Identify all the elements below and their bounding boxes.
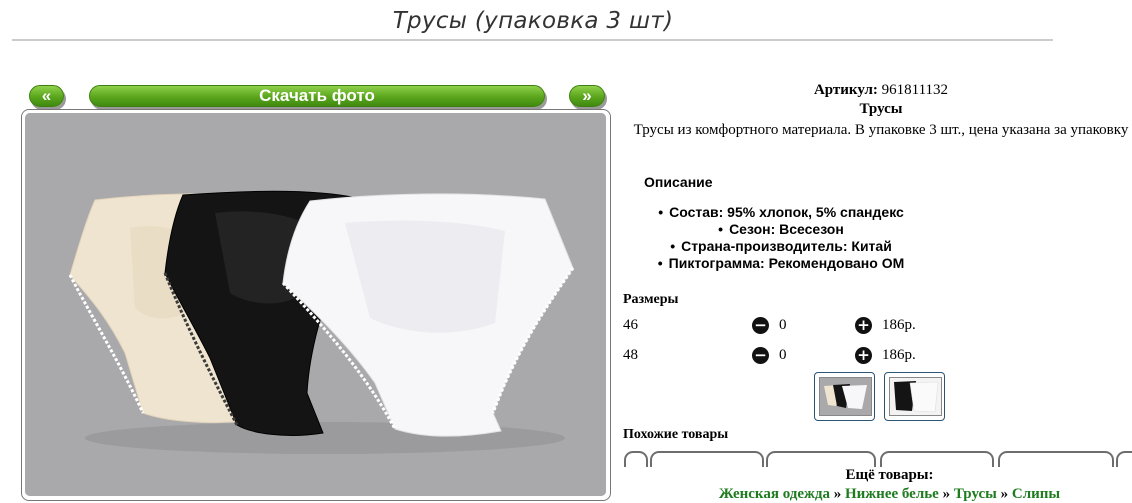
size-row: 48 − 0 + 186р. (622, 345, 1132, 365)
page-title: Трусы (упаковка 3 шт) (392, 8, 674, 34)
next-photo-button[interactable]: » (569, 85, 605, 107)
download-photo-button[interactable]: Скачать фото (89, 85, 545, 107)
product-photo-image (25, 113, 606, 496)
breadcrumb-link[interactable]: Нижнее белье (845, 486, 939, 502)
spec-item: Состав: 95% хлопок, 5% спандекс (622, 204, 940, 221)
carousel-tab[interactable] (1116, 451, 1132, 467)
carousel-tab[interactable] (998, 451, 1114, 467)
minus-icon[interactable]: − (752, 317, 769, 334)
product-photo-frame (21, 109, 611, 501)
sku-label: Артикул: (813, 82, 878, 98)
sku-line: Артикул: 961811132 (622, 82, 1132, 99)
similar-carousel (622, 451, 1132, 467)
category-breadcrumb: Женская одежда » Нижнее белье » Трусы » … (622, 486, 1132, 503)
prev-photo-button[interactable]: « (29, 85, 64, 107)
size-value: 46 (623, 317, 638, 333)
sku-value: 961811132 (881, 82, 949, 98)
more-products-label: Ещё товары: (845, 467, 934, 483)
breadcrumb-separator: » (942, 486, 951, 502)
price-value: 186р. (882, 317, 916, 333)
product-description: Трусы из комфортного материала. В упаков… (633, 122, 1129, 138)
title-divider (12, 39, 1053, 41)
spec-item: Сезон: Всесезон (622, 221, 940, 238)
similar-heading: Похожие товары (623, 427, 729, 442)
sizes-heading: Размеры (623, 292, 679, 307)
photo-thumbnail[interactable] (884, 372, 945, 421)
size-value: 48 (623, 347, 638, 363)
breadcrumb-separator: » (833, 486, 842, 502)
carousel-tab[interactable] (624, 451, 648, 467)
quantity-value: 0 (779, 347, 787, 363)
product-photo[interactable] (25, 113, 606, 496)
thumbnail-image (820, 378, 871, 415)
quantity-value: 0 (779, 317, 787, 333)
price-value: 186р. (882, 347, 916, 363)
breadcrumb-link[interactable]: Женская одежда (719, 486, 830, 502)
breadcrumb-separator: » (1000, 486, 1009, 502)
breadcrumb-link[interactable]: Трусы (954, 486, 997, 502)
spec-item: Страна-производитель: Китай (622, 238, 940, 255)
spec-item: Пиктограмма: Рекомендовано ОМ (622, 255, 940, 272)
photo-thumbnail[interactable] (814, 372, 875, 421)
description-heading: Описание (644, 174, 713, 190)
breadcrumb-link[interactable]: Слипы (1012, 486, 1060, 502)
thumbnail-image (890, 378, 941, 415)
plus-icon[interactable]: + (855, 317, 872, 334)
spec-list: Состав: 95% хлопок, 5% спандекс Сезон: В… (622, 204, 940, 272)
carousel-tab[interactable] (766, 451, 876, 467)
carousel-tab[interactable] (880, 451, 994, 467)
plus-icon[interactable]: + (855, 347, 872, 364)
size-row: 46 − 0 + 186р. (622, 315, 1132, 335)
minus-icon[interactable]: − (752, 347, 769, 364)
carousel-tab[interactable] (650, 451, 764, 467)
product-name: Трусы (859, 101, 903, 117)
